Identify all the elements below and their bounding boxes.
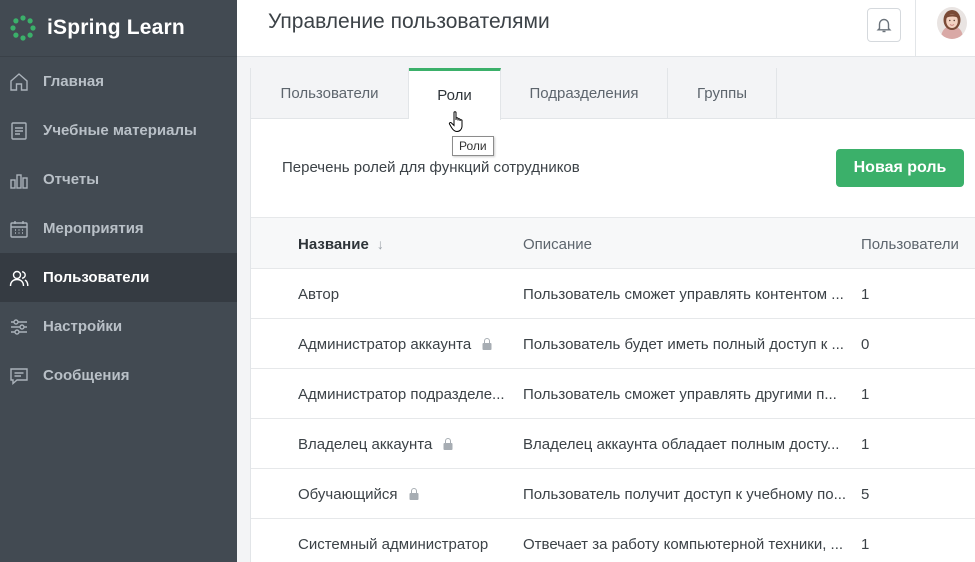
table-row[interactable]: Автор Пользователь сможет управлять конт…	[251, 269, 975, 319]
header: Управление пользователями	[237, 0, 975, 57]
table-row[interactable]: Администратор подразделе... Пользователь…	[251, 369, 975, 419]
role-users-count: 5	[861, 485, 870, 503]
avatar[interactable]	[937, 7, 967, 39]
bell-icon	[876, 18, 892, 33]
roles-table: Название ↓ Описание Пользователи Автор П…	[251, 217, 975, 562]
sidebar-item-home[interactable]: Главная	[0, 57, 237, 106]
role-users-count: 1	[861, 435, 870, 453]
role-name-cell: Автор	[298, 269, 513, 319]
sidebar-item-label: Сообщения	[43, 367, 130, 384]
sidebar-item-label: Мероприятия	[43, 220, 144, 237]
sidebar-item-users[interactable]: Пользователи	[0, 253, 237, 302]
sidebar: iSpring Learn Главная Учебные материалы …	[0, 0, 237, 562]
role-description: Владелец аккаунта обладает полным досту.…	[523, 435, 840, 453]
sidebar-item-materials[interactable]: Учебные материалы	[0, 106, 237, 155]
reports-icon	[8, 169, 30, 191]
table-row[interactable]: Владелец аккаунта Владелец аккаунта обла…	[251, 419, 975, 469]
role-description: Пользователь будет иметь полный доступ к…	[523, 335, 844, 353]
role-name-cell: Обучающийся	[298, 469, 513, 519]
role-description: Пользователь сможет управлять другими п.…	[523, 385, 837, 403]
lock-icon	[442, 437, 456, 451]
role-name-cell: Системный администратор	[298, 519, 513, 562]
new-role-button[interactable]: Новая роль	[836, 149, 964, 187]
role-name-cell: Владелец аккаунта	[298, 419, 513, 469]
role-description: Пользователь сможет управлять контентом …	[523, 285, 844, 303]
messages-icon	[8, 365, 30, 387]
sidebar-item-messages[interactable]: Сообщения	[0, 351, 237, 400]
column-header-users: Пользователи	[861, 235, 959, 253]
lock-icon	[481, 337, 495, 351]
table-header: Название ↓ Описание Пользователи	[251, 217, 975, 269]
tab-departments[interactable]: Подразделения	[501, 68, 668, 119]
calendar-icon	[8, 218, 30, 240]
role-description: Пользователь получит доступ к учебному п…	[523, 485, 847, 503]
sidebar-item-label: Настройки	[43, 318, 123, 335]
tab-users[interactable]: Пользователи	[251, 68, 409, 119]
role-name: Обучающийся	[298, 485, 398, 503]
tooltip: Роли	[452, 136, 494, 156]
app-name: iSpring Learn	[47, 16, 185, 39]
settings-icon	[8, 316, 30, 338]
home-icon	[8, 71, 30, 93]
role-users-count: 1	[861, 535, 870, 553]
sidebar-item-label: Пользователи	[43, 269, 150, 286]
sidebar-item-reports[interactable]: Отчеты	[0, 155, 237, 204]
role-description: Отвечает за работу компьютерной техники,…	[523, 535, 844, 553]
sidebar-item-label: Главная	[43, 73, 105, 90]
role-name-cell: Администратор аккаунта	[298, 319, 513, 369]
header-divider	[915, 0, 916, 57]
logo[interactable]: iSpring Learn	[0, 0, 237, 57]
content-card: Пользователи Роли Подразделения Группы П…	[250, 68, 975, 562]
role-name: Системный администратор	[298, 535, 489, 553]
table-row[interactable]: Обучающийся Пользователь получит доступ …	[251, 469, 975, 519]
column-header-description: Описание	[523, 235, 593, 253]
role-name-cell: Администратор подразделе...	[298, 369, 513, 419]
page-title: Управление пользователями	[268, 10, 550, 33]
users-icon	[8, 267, 30, 289]
user-avatar-icon	[937, 7, 967, 39]
sidebar-item-label: Учебные материалы	[43, 122, 197, 139]
sidebar-item-settings[interactable]: Настройки	[0, 302, 237, 351]
tabs-bar: Пользователи Роли Подразделения Группы	[251, 68, 975, 120]
lock-icon	[408, 487, 422, 501]
role-name: Владелец аккаунта	[298, 435, 433, 453]
notifications-button[interactable]	[867, 8, 901, 42]
role-users-count: 0	[861, 335, 870, 353]
sidebar-item-events[interactable]: Мероприятия	[0, 204, 237, 253]
role-users-count: 1	[861, 285, 870, 303]
column-header-name[interactable]: Название ↓	[298, 218, 384, 270]
role-name: Администратор аккаунта	[298, 335, 472, 353]
roles-description: Перечень ролей для функций сотрудников	[282, 159, 580, 176]
sidebar-item-label: Отчеты	[43, 171, 100, 188]
hand-pointer-icon	[448, 111, 463, 133]
sort-arrow-down-icon: ↓	[376, 236, 384, 252]
table-row[interactable]: Системный администратор Отвечает за рабо…	[251, 519, 975, 562]
role-users-count: 1	[861, 385, 870, 403]
tab-groups[interactable]: Группы	[668, 68, 777, 119]
column-header-name-label: Название	[298, 235, 369, 253]
role-name: Автор	[298, 285, 340, 303]
materials-icon	[8, 120, 30, 142]
role-name: Администратор подразделе...	[298, 385, 505, 403]
table-row[interactable]: Администратор аккаунта Пользователь буде…	[251, 319, 975, 369]
ispring-logo-icon	[10, 15, 36, 41]
